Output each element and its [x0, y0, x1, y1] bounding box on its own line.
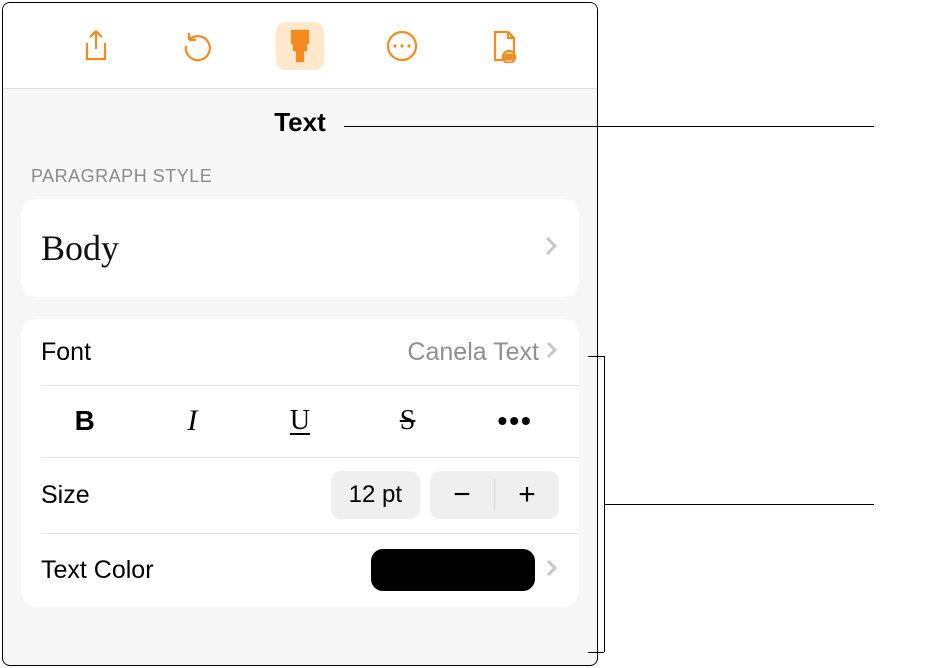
text-color-row[interactable]: Text Color — [21, 533, 579, 607]
format-button[interactable] — [276, 22, 324, 70]
chevron-right-icon — [543, 234, 559, 263]
size-stepper: − + — [430, 471, 559, 519]
undo-icon — [181, 29, 215, 63]
document-view-button[interactable] — [480, 22, 528, 70]
paragraph-style-card: Body — [21, 199, 579, 297]
chevron-right-icon — [545, 558, 559, 583]
undo-button[interactable] — [174, 22, 222, 70]
strikethrough-button[interactable]: S — [378, 401, 438, 441]
paragraph-style-row[interactable]: Body — [21, 199, 579, 297]
document-view-icon — [489, 29, 519, 63]
font-row[interactable]: Font Canela Text — [21, 319, 579, 385]
font-value: Canela Text — [407, 338, 539, 367]
text-color-label: Text Color — [41, 556, 154, 585]
italic-button[interactable]: I — [162, 401, 222, 441]
size-label: Size — [41, 481, 90, 510]
brush-icon — [283, 28, 317, 64]
underline-button[interactable]: U — [270, 401, 330, 441]
panel-title: Text — [3, 89, 597, 158]
callout-title-line — [344, 126, 874, 127]
format-panel: Text Paragraph Style Body Font Canela Te… — [2, 2, 598, 666]
bold-button[interactable]: B — [55, 401, 115, 441]
size-value[interactable]: 12 pt — [331, 471, 420, 519]
style-buttons-row: B I U S ••• — [21, 385, 579, 457]
more-circle-icon — [385, 29, 419, 63]
chevron-right-icon — [545, 340, 559, 365]
font-label: Font — [41, 338, 91, 367]
paragraph-style-value: Body — [41, 227, 119, 269]
toolbar — [3, 3, 597, 89]
font-card: Font Canela Text B I U S ••• Size 12 pt — [21, 319, 579, 607]
size-decrease-button[interactable]: − — [430, 471, 494, 519]
size-increase-button[interactable]: + — [495, 471, 559, 519]
share-button[interactable] — [72, 22, 120, 70]
paragraph-style-header: Paragraph Style — [21, 158, 579, 199]
share-icon — [81, 29, 111, 63]
content-area: Paragraph Style Body Font Canela Text B — [3, 158, 597, 607]
style-more-button[interactable]: ••• — [485, 401, 545, 441]
more-button[interactable] — [378, 22, 426, 70]
size-row: Size 12 pt − + — [21, 457, 579, 533]
text-color-swatch[interactable] — [371, 549, 535, 591]
